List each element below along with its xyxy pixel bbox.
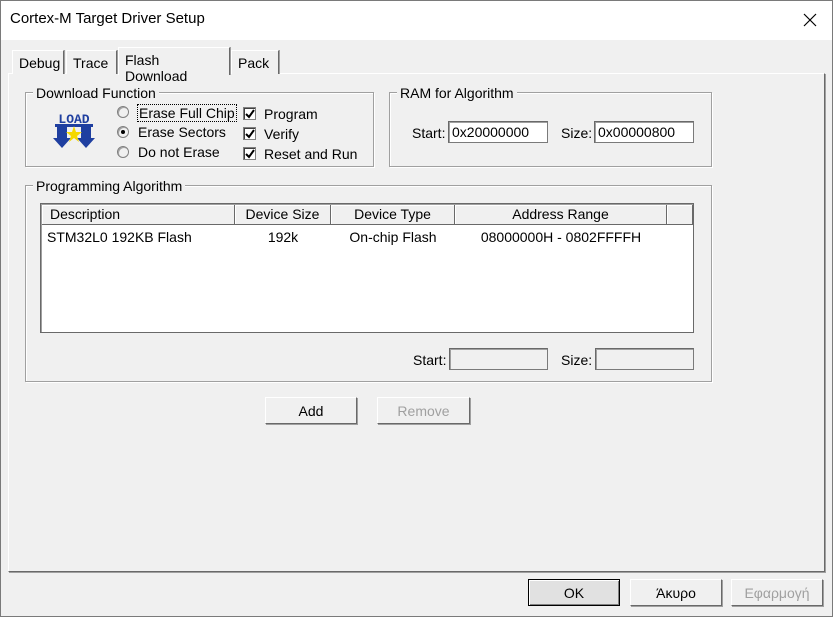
ok-button-label: OK bbox=[563, 584, 585, 601]
column-device-size-label: Device Size bbox=[245, 206, 320, 222]
verify-label: Verify bbox=[264, 126, 300, 142]
program-checkbox[interactable] bbox=[243, 107, 256, 120]
row-device-size: 192k bbox=[267, 229, 299, 245]
algorithm-size-label: Size: bbox=[561, 352, 593, 368]
ok-button[interactable]: OK bbox=[528, 579, 620, 606]
algorithm-start-input[interactable] bbox=[449, 348, 548, 370]
column-device-size[interactable]: Device Size bbox=[235, 205, 331, 225]
tab-debug[interactable]: Debug bbox=[12, 50, 64, 74]
tab-debug-label: Debug bbox=[19, 55, 61, 71]
tab-flash-download[interactable]: Flash Download bbox=[118, 47, 230, 84]
tab-pack[interactable]: Pack bbox=[231, 50, 279, 74]
algorithm-start-label: Start: bbox=[413, 352, 447, 368]
remove-button-label: Remove bbox=[397, 402, 450, 419]
download-function-label: Download Function bbox=[33, 85, 159, 101]
add-button-label: Add bbox=[298, 402, 324, 419]
remove-button[interactable]: Remove bbox=[377, 397, 470, 424]
load-icon: LOAD bbox=[53, 110, 95, 152]
tab-pack-label: Pack bbox=[238, 55, 270, 71]
apply-button[interactable]: Εφαρμογή bbox=[731, 579, 823, 606]
row-description: STM32L0 192KB Flash bbox=[47, 229, 192, 245]
column-description-label: Description bbox=[50, 206, 121, 222]
ram-start-input[interactable]: 0x20000000 bbox=[448, 121, 548, 143]
reset-and-run-checkbox[interactable] bbox=[243, 147, 256, 160]
column-address-range[interactable]: Address Range bbox=[455, 205, 667, 225]
apply-button-label: Εφαρμογή bbox=[744, 584, 810, 601]
row-device-type: On-chip Flash bbox=[349, 229, 437, 245]
reset-and-run-label: Reset and Run bbox=[264, 146, 358, 162]
cancel-button-label: Άκυρο bbox=[656, 584, 696, 601]
tab-flash-download-label: Flash Download bbox=[125, 52, 188, 84]
checkmark-icon bbox=[245, 149, 255, 159]
do-not-erase-label: Do not Erase bbox=[138, 144, 220, 160]
close-icon bbox=[803, 13, 817, 27]
close-button[interactable] bbox=[787, 0, 833, 40]
radio-erase-full-chip[interactable] bbox=[117, 106, 129, 118]
radio-erase-sectors[interactable] bbox=[117, 126, 129, 138]
column-device-type-label: Device Type bbox=[354, 206, 431, 222]
algorithm-size-input[interactable] bbox=[595, 348, 694, 370]
verify-checkbox[interactable] bbox=[243, 127, 256, 140]
erase-sectors-label: Erase Sectors bbox=[138, 124, 226, 140]
tab-trace-label: Trace bbox=[73, 55, 109, 71]
add-button[interactable]: Add bbox=[265, 397, 357, 424]
ram-for-algorithm-label: RAM for Algorithm bbox=[397, 85, 517, 101]
checkmark-icon bbox=[245, 109, 255, 119]
window-title: Cortex-M Target Driver Setup bbox=[10, 10, 205, 27]
tab-trace[interactable]: Trace bbox=[66, 50, 117, 74]
erase-full-chip-label: Erase Full Chip bbox=[137, 104, 237, 122]
checkmark-icon bbox=[245, 129, 255, 139]
program-label: Program bbox=[264, 106, 318, 122]
programming-algorithm-label: Programming Algorithm bbox=[33, 178, 186, 194]
ram-start-label: Start: bbox=[412, 125, 446, 141]
column-description[interactable]: Description bbox=[42, 205, 235, 225]
row-address-range: 08000000H - 0802FFFFH bbox=[480, 229, 642, 245]
column-device-type[interactable]: Device Type bbox=[331, 205, 455, 225]
ram-size-input[interactable]: 0x00000800 bbox=[594, 121, 694, 143]
column-address-range-label: Address Range bbox=[512, 206, 609, 222]
cancel-button[interactable]: Άκυρο bbox=[630, 579, 722, 606]
algorithm-list[interactable]: Description Device Size Device Type Addr… bbox=[40, 203, 694, 333]
column-filler bbox=[667, 205, 693, 225]
radio-do-not-erase[interactable] bbox=[117, 146, 129, 158]
ram-size-label: Size: bbox=[561, 125, 593, 141]
